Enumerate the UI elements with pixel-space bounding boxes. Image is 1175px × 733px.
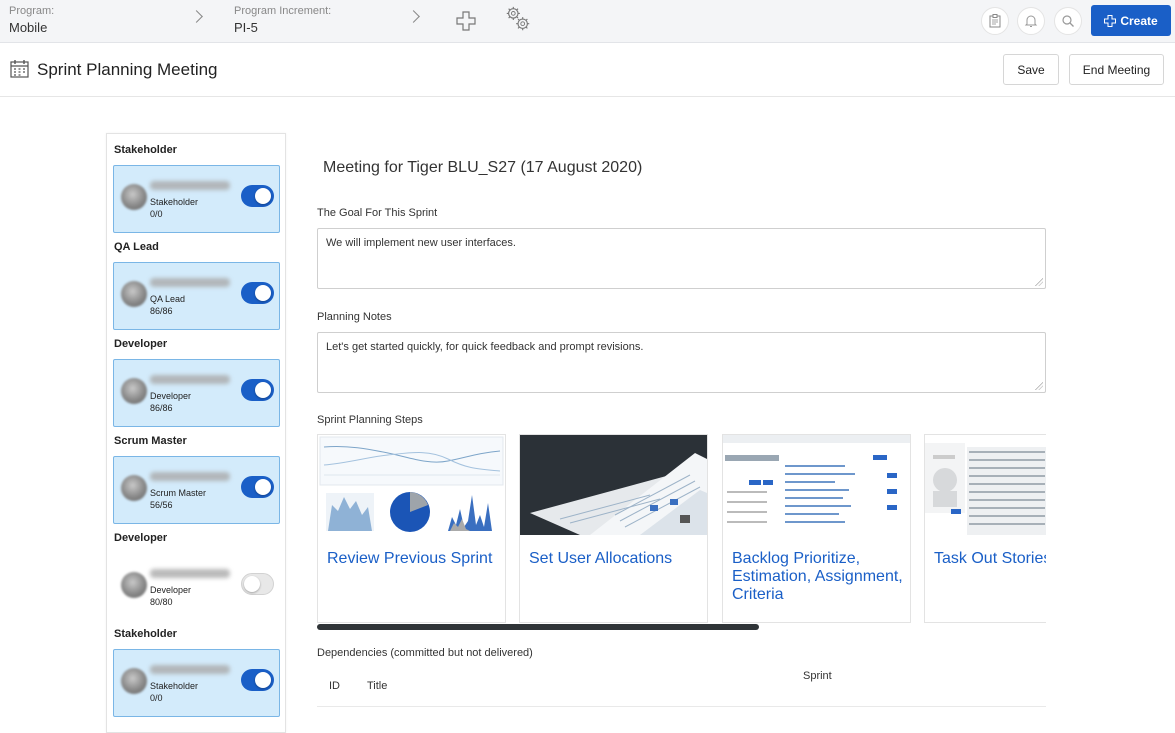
- clipboard-icon[interactable]: [981, 7, 1009, 35]
- step-thumbnail: [723, 435, 910, 535]
- resize-handle-icon[interactable]: [1035, 382, 1043, 390]
- attendee-role: Scrum Master: [150, 488, 207, 498]
- attendee-card[interactable]: Developer 80/80: [113, 553, 280, 621]
- program-label: Program:: [9, 5, 55, 17]
- chevron-right-icon[interactable]: [190, 10, 203, 23]
- role-heading: Scrum Master: [114, 435, 187, 447]
- role-heading: Stakeholder: [114, 628, 177, 640]
- attendee-card[interactable]: Scrum Master 56/56: [113, 456, 280, 524]
- gears-icon[interactable]: [503, 5, 533, 33]
- step-thumbnail: [520, 435, 707, 535]
- attendee-capacity: 0/0: [150, 693, 163, 703]
- create-label: Create: [1120, 13, 1158, 28]
- avatar: [121, 572, 147, 598]
- avatar: [121, 281, 147, 307]
- increment-selector[interactable]: Program Increment: PI-5: [234, 5, 331, 35]
- attendee-capacity: 86/86: [150, 403, 173, 413]
- carousel-scrollbar[interactable]: [317, 624, 759, 630]
- notes-text: Let's get started quickly, for quick fee…: [326, 341, 644, 353]
- resize-handle-icon[interactable]: [1035, 278, 1043, 286]
- attendee-role: QA Lead: [150, 294, 186, 304]
- create-button[interactable]: Create: [1091, 5, 1171, 36]
- column-header-sprint[interactable]: Sprint: [803, 670, 832, 682]
- attendee-role: Stakeholder: [150, 197, 199, 207]
- step-title[interactable]: Task Out Stories: [934, 550, 1046, 568]
- calendar-icon: [10, 59, 29, 83]
- meeting-title: Meeting for Tiger BLU_S27 (17 August 202…: [323, 159, 643, 176]
- attendance-toggle[interactable]: [241, 185, 274, 207]
- role-heading: Stakeholder: [114, 144, 177, 156]
- attendee-role: Developer: [150, 391, 192, 401]
- avatar: [121, 378, 147, 404]
- attendance-toggle[interactable]: [241, 669, 274, 691]
- attendee-capacity: 0/0: [150, 209, 163, 219]
- save-button[interactable]: Save: [1003, 54, 1059, 85]
- plus-icon: [1104, 14, 1117, 27]
- program-value[interactable]: Mobile: [9, 20, 54, 35]
- notes-label: Planning Notes: [317, 311, 392, 323]
- step-thumbnail: [318, 435, 505, 535]
- attendee-capacity: 80/80: [150, 597, 173, 607]
- attendee-role: Developer: [150, 585, 192, 595]
- step-title[interactable]: Review Previous Sprint: [327, 550, 507, 568]
- end-meeting-button[interactable]: End Meeting: [1069, 54, 1164, 85]
- attendee-name-blurred: [150, 278, 230, 287]
- page-header: Sprint Planning Meeting Save End Meeting: [0, 43, 1175, 97]
- attendee-card[interactable]: QA Lead 86/86: [113, 262, 280, 330]
- attendee-name-blurred: [150, 665, 230, 674]
- dependencies-label: Dependencies (committed but not delivere…: [317, 647, 533, 659]
- step-card-set-user-allocations[interactable]: Set User Allocations: [519, 434, 708, 623]
- chevron-right-icon[interactable]: [407, 10, 420, 23]
- attendance-toggle[interactable]: [241, 282, 274, 304]
- notes-textarea[interactable]: Let's get started quickly, for quick fee…: [317, 332, 1046, 393]
- avatar: [121, 184, 147, 210]
- role-heading: Developer: [114, 532, 168, 544]
- column-header-title[interactable]: Title: [367, 680, 387, 692]
- role-heading: Developer: [114, 338, 168, 350]
- goal-textarea[interactable]: We will implement new user interfaces.: [317, 228, 1046, 289]
- step-title[interactable]: Backlog Prioritize, Estimation, Assignme…: [732, 550, 912, 604]
- plus-icon[interactable]: [451, 7, 481, 35]
- program-selector[interactable]: Program: Mobile: [9, 5, 54, 35]
- step-card-task-out-stories[interactable]: Task Out Stories: [924, 434, 1046, 623]
- bell-icon[interactable]: [1017, 7, 1045, 35]
- avatar: [121, 475, 147, 501]
- attendee-card[interactable]: Stakeholder 0/0: [113, 649, 280, 717]
- increment-label: Program Increment:: [234, 5, 332, 17]
- attendee-name-blurred: [150, 472, 230, 481]
- attendance-toggle[interactable]: [241, 573, 274, 595]
- attendance-toggle[interactable]: [241, 379, 274, 401]
- top-bar: Program: Mobile Program Increment: PI-5 …: [0, 0, 1175, 43]
- attendee-card[interactable]: Developer 86/86: [113, 359, 280, 427]
- step-card-backlog-prioritize[interactable]: Backlog Prioritize, Estimation, Assignme…: [722, 434, 911, 623]
- step-title[interactable]: Set User Allocations: [529, 550, 709, 568]
- steps-label: Sprint Planning Steps: [317, 414, 423, 426]
- goal-text: We will implement new user interfaces.: [326, 237, 516, 249]
- attendee-name-blurred: [150, 181, 230, 190]
- goal-label: The Goal For This Sprint: [317, 207, 438, 219]
- attendee-name-blurred: [150, 375, 230, 384]
- avatar: [121, 668, 147, 694]
- attendance-toggle[interactable]: [241, 476, 274, 498]
- attendee-sidebar: Stakeholder Stakeholder 0/0 QA Lead QA L…: [106, 133, 286, 733]
- page-title: Sprint Planning Meeting: [37, 60, 218, 79]
- search-icon[interactable]: [1054, 7, 1082, 35]
- attendee-role: Stakeholder: [150, 681, 199, 691]
- attendee-name-blurred: [150, 569, 230, 578]
- increment-value[interactable]: PI-5: [234, 20, 331, 35]
- attendee-card[interactable]: Stakeholder 0/0: [113, 165, 280, 233]
- planning-steps-carousel[interactable]: Review Previous Sprint Set User Allocati…: [317, 434, 1046, 624]
- role-heading: QA Lead: [114, 241, 159, 253]
- step-card-review-previous-sprint[interactable]: Review Previous Sprint: [317, 434, 506, 623]
- attendee-capacity: 56/56: [150, 500, 173, 510]
- table-row[interactable]: [317, 706, 1046, 726]
- step-thumbnail: [925, 435, 1046, 535]
- attendee-capacity: 86/86: [150, 306, 173, 316]
- column-header-id[interactable]: ID: [329, 680, 340, 692]
